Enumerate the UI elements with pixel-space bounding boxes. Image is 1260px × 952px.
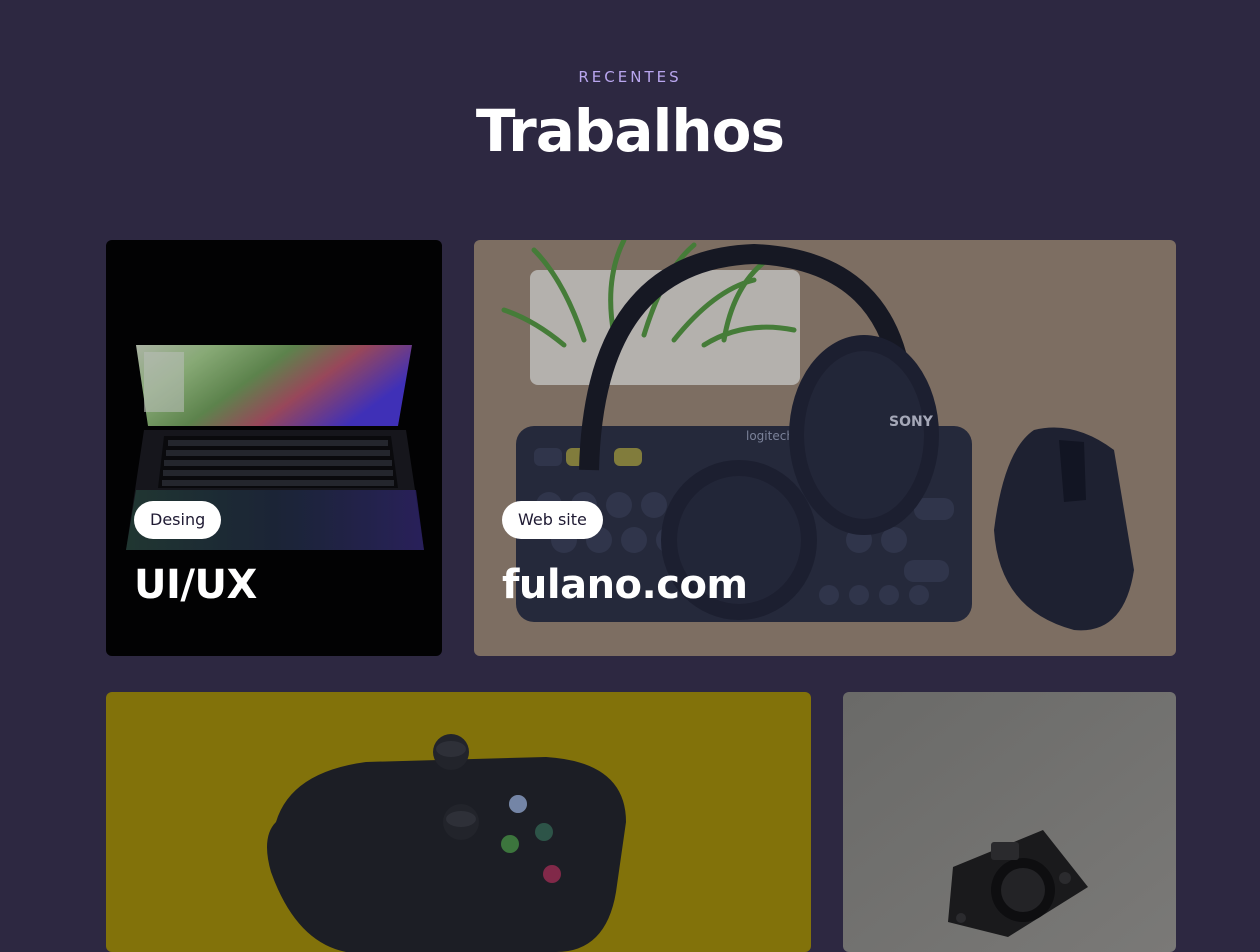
work-card-uiux[interactable]: Desing UI/UX	[106, 240, 442, 656]
work-card-controller[interactable]	[106, 692, 811, 952]
card-tag: Web site	[502, 501, 603, 539]
card-tag: Desing	[134, 501, 222, 539]
card-title: fulano.com	[502, 562, 748, 608]
card-title: UI/UX	[134, 562, 257, 608]
camera-image	[843, 692, 1176, 952]
section-title: Trabalhos	[475, 97, 785, 165]
work-card-fulano[interactable]: logitech SONY Web site fulano.com	[474, 240, 1176, 656]
work-card-camera[interactable]	[843, 692, 1176, 952]
game-controller-image	[106, 692, 811, 952]
section-kicker: RECENTES	[578, 68, 682, 86]
